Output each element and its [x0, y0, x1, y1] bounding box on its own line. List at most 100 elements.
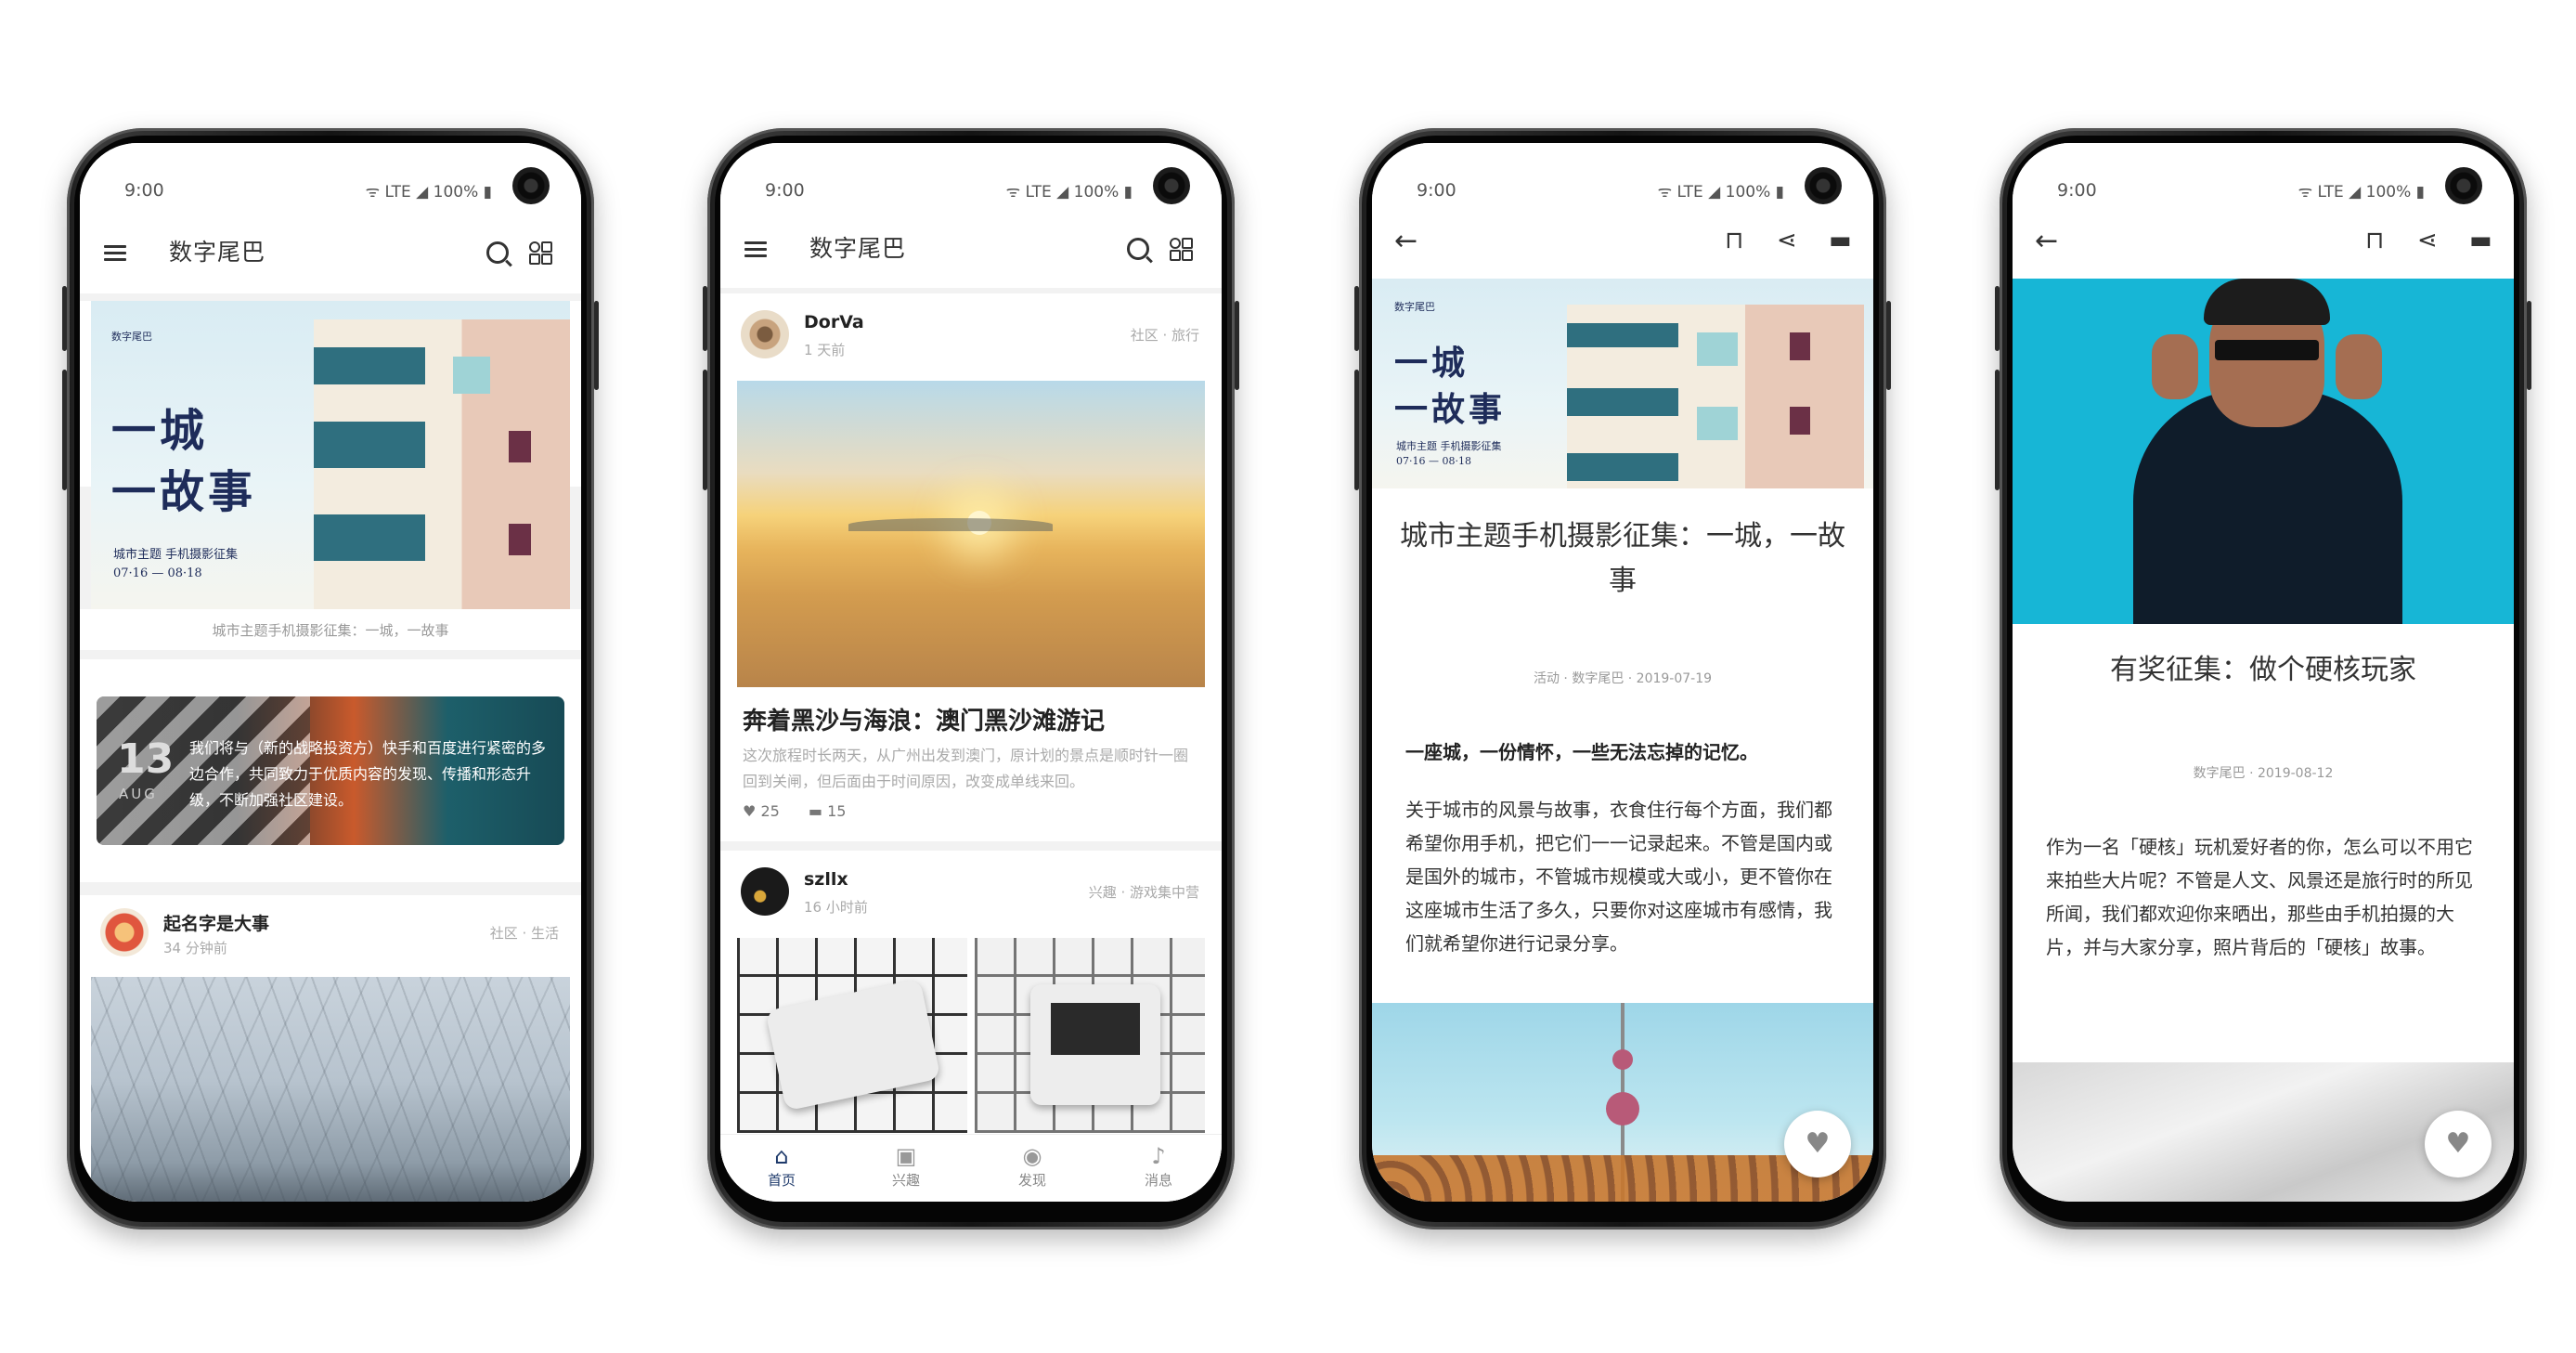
- nav-messages[interactable]: ♪ 消息: [1103, 1142, 1214, 1190]
- nav-interests[interactable]: ▣ 兴趣: [850, 1142, 962, 1190]
- avatar[interactable]: [100, 908, 149, 956]
- status-signal: ᯤ LTE ◢ 100% ▮: [2298, 183, 2425, 202]
- status-bar: 9:00 ᯤ LTE ◢ 100% ▮: [80, 143, 581, 214]
- poster-dates: 07·16 — 08·18: [113, 566, 202, 580]
- banner-month: AUG: [119, 786, 158, 802]
- post-time: 34 分钟前: [163, 940, 227, 956]
- status-time: 9:00: [1417, 180, 1456, 201]
- comment-icon[interactable]: ▬: [2469, 227, 2492, 254]
- search-icon[interactable]: [486, 241, 509, 264]
- app-title: 数字尾巴: [169, 239, 266, 266]
- post-tag[interactable]: 社区 · 生活: [490, 923, 559, 943]
- poster-theme: 城市主题 手机摄影征集: [1396, 440, 1502, 452]
- comment-icon[interactable]: ▬: [1829, 227, 1852, 254]
- article-title: 城市主题手机摄影征集：一城，一故事: [1400, 520, 1845, 597]
- announcement-banner[interactable]: 13 AUG 我们将与（新的战略投资方）快手和百度进行紧密的多边合作，共同致力于…: [97, 696, 564, 845]
- post-photo-console-1[interactable]: [737, 938, 967, 1133]
- back-arrow-icon[interactable]: ←: [1394, 225, 1417, 257]
- post-tag[interactable]: 社区 · 旅行: [1131, 325, 1199, 345]
- poster-caption: 城市主题手机摄影征集：一城，一故事: [212, 622, 449, 639]
- front-camera: [2445, 167, 2482, 204]
- poster-caption-card: 城市主题手机摄影征集：一城，一故事: [80, 609, 581, 650]
- nav-discover[interactable]: ◉ 发现: [977, 1142, 1088, 1190]
- status-bar: 9:00 ᯤ LTE ◢ 100% ▮: [720, 143, 1222, 214]
- poster-line1: 一城: [1394, 344, 1469, 383]
- menu-icon[interactable]: [744, 241, 767, 258]
- like-count[interactable]: ♥ 25: [743, 802, 780, 820]
- screen-article-detail: 9:00 ᯤ LTE ◢ 100% ▮ ← ⊓ ⋖ ▬ 数字尾巴 一城 一故事 …: [1372, 143, 1873, 1202]
- back-arrow-icon[interactable]: ←: [2035, 225, 2058, 257]
- featured-poster[interactable]: 数字尾巴 一城 一故事 城市主题 手机摄影征集 07·16 — 08·18: [91, 301, 570, 609]
- screen-feed: 9:00 ᯤ LTE ◢ 100% ▮ 数字尾巴 DorVa 1 天前 社区 ·…: [720, 143, 1222, 1202]
- post-author[interactable]: szllx: [804, 869, 848, 890]
- app-title: 数字尾巴: [809, 235, 907, 262]
- nav-home[interactable]: ⌂ 首页: [726, 1142, 837, 1190]
- article-title: 有奖征集：做个硬核玩家: [2110, 654, 2416, 686]
- heart-icon: ♥: [2445, 1127, 2471, 1160]
- menu-icon[interactable]: [104, 245, 126, 262]
- article-meta: 活动 · 数字尾巴 · 2019-07-19: [1533, 671, 1713, 686]
- compass-icon: ◉: [1022, 1143, 1042, 1169]
- avatar[interactable]: [741, 867, 789, 916]
- app-bar: 数字尾巴: [720, 214, 1222, 288]
- banner-text: 我们将与（新的战略投资方）快手和百度进行紧密的多边合作，共同致力于优质内容的发现…: [189, 739, 547, 809]
- like-fab[interactable]: ♥: [2425, 1111, 2492, 1177]
- status-bar: 9:00 ᯤ LTE ◢ 100% ▮: [1372, 143, 1873, 214]
- avatar[interactable]: [741, 310, 789, 358]
- share-icon[interactable]: ⋖: [2417, 227, 2438, 254]
- status-time: 9:00: [2057, 180, 2097, 201]
- screen-home: 9:00 ᯤ LTE ◢ 100% ▮ 数字尾巴 数字尾巴 一城 一故事 城市主…: [80, 143, 581, 1202]
- heart-icon: ♥: [1805, 1127, 1831, 1160]
- post-header: DorVa 1 天前 社区 · 旅行: [720, 297, 1222, 371]
- poster-building: [314, 319, 570, 609]
- post-tag[interactable]: 兴趣 · 游戏集中营: [1089, 882, 1199, 902]
- status-time: 9:00: [765, 180, 805, 201]
- poster-line1: 一城: [111, 405, 209, 457]
- post-author[interactable]: DorVa: [804, 312, 864, 332]
- app-bar: 数字尾巴: [80, 214, 581, 293]
- comment-count[interactable]: ▬ 15: [809, 802, 847, 820]
- post-header: 起名字是大事 34 分钟前 社区 · 生活: [80, 895, 581, 969]
- post-stats: ♥ 25 ▬ 15: [743, 802, 870, 820]
- post-photo-foggy-trees[interactable]: [91, 977, 570, 1202]
- post-header: szllx 16 小时前 兴趣 · 游戏集中营: [720, 854, 1222, 929]
- like-fab[interactable]: ♥: [1784, 1111, 1851, 1177]
- apps-grid-icon[interactable]: [529, 241, 552, 265]
- post-title[interactable]: 奔着黑沙与海浪：澳门黑沙滩游记: [743, 702, 1105, 736]
- search-icon[interactable]: [1127, 238, 1149, 260]
- phone-mockup-4: 9:00 ᯤ LTE ◢ 100% ▮ ← ⊓ ⋖ ▬ 有奖征集：做个硬核玩家 …: [1995, 128, 2531, 1229]
- article-hero-poster: 数字尾巴 一城 一故事 城市主题 手机摄影征集 07·16 — 08·18: [1372, 279, 1873, 488]
- article-body: 作为一名「硬核」玩机爱好者的你，怎么可以不用它来拍些大片呢？不管是人文、风景还是…: [2046, 836, 2473, 958]
- poster-logo: 数字尾巴: [111, 331, 152, 343]
- bookmark-icon[interactable]: ⊓: [2365, 227, 2384, 254]
- feed-post[interactable]: 起名字是大事 34 分钟前 社区 · 生活: [80, 895, 581, 1202]
- share-icon[interactable]: ⋖: [1777, 227, 1797, 254]
- post-excerpt: 这次旅程时长两天，从广州出发到澳门，原计划的景点是顺时针一圈回到关闸，但后面由于…: [743, 747, 1189, 790]
- article-hero-photo: [2013, 279, 2514, 624]
- post-author[interactable]: 起名字是大事: [163, 910, 269, 935]
- app-bar: ← ⊓ ⋖ ▬: [1372, 214, 1873, 279]
- article-meta: 数字尾巴 · 2019-08-12: [2193, 766, 2334, 781]
- bottom-navigation: ⌂ 首页 ▣ 兴趣 ◉ 发现 ♪ 消息: [720, 1134, 1222, 1202]
- front-camera: [512, 167, 550, 204]
- home-icon: ⌂: [774, 1143, 789, 1169]
- post-time: 1 天前: [804, 342, 846, 358]
- phone-mockup-2: 9:00 ᯤ LTE ◢ 100% ▮ 数字尾巴 DorVa 1 天前 社区 ·…: [703, 128, 1239, 1229]
- phone-mockup-1: 9:00 ᯤ LTE ◢ 100% ▮ 数字尾巴 数字尾巴 一城 一故事 城市主…: [62, 128, 599, 1229]
- post-time: 16 小时前: [804, 899, 868, 916]
- poster-building: [1567, 305, 1864, 488]
- status-signal: ᯤ LTE ◢ 100% ▮: [365, 183, 492, 202]
- announcement-card[interactable]: 13 AUG 我们将与（新的战略投资方）快手和百度进行紧密的多边合作，共同致力于…: [80, 659, 581, 882]
- screen-article-detail-2: 9:00 ᯤ LTE ◢ 100% ▮ ← ⊓ ⋖ ▬ 有奖征集：做个硬核玩家 …: [2013, 143, 2514, 1202]
- bookmark-icon[interactable]: ⊓: [1725, 227, 1743, 254]
- app-bar: ← ⊓ ⋖ ▬: [2013, 214, 2514, 279]
- post-photo-beach-sunset[interactable]: [737, 381, 1205, 687]
- featured-card[interactable]: 数字尾巴 一城 一故事 城市主题 手机摄影征集 07·16 — 08·18: [80, 301, 581, 609]
- status-time: 9:00: [124, 180, 164, 201]
- poster-theme: 城市主题 手机摄影征集: [113, 548, 239, 562]
- feed-post-1[interactable]: DorVa 1 天前 社区 · 旅行 奔着黑沙与海浪：澳门黑沙滩游记 这次旅程时…: [720, 293, 1222, 841]
- banner-day: 13: [117, 735, 175, 783]
- status-bar: 9:00 ᯤ LTE ◢ 100% ▮: [2013, 143, 2514, 214]
- apps-grid-icon[interactable]: [1170, 238, 1193, 261]
- post-photo-console-2[interactable]: [975, 938, 1205, 1133]
